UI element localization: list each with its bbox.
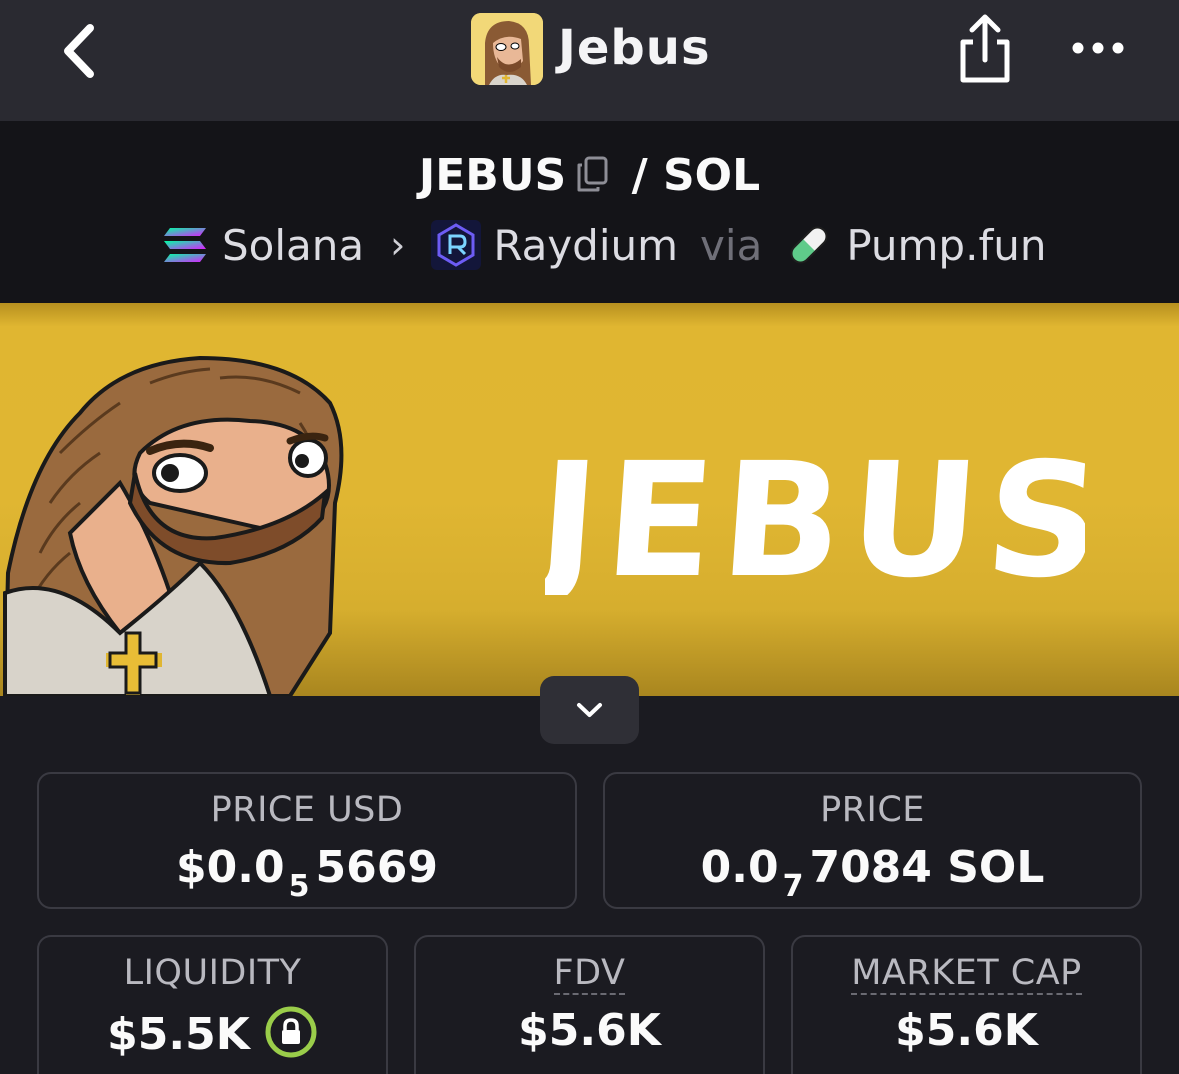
market-cap-label[interactable]: MARKET CAP — [793, 953, 1140, 995]
more-horizontal-icon[interactable] — [1066, 28, 1130, 68]
lock-icon[interactable] — [264, 1005, 318, 1059]
price-usd-value: $0.0 5 5669 — [176, 842, 438, 904]
banner-text-label: JEBUS — [545, 435, 1085, 595]
page-title: Jebus — [558, 20, 711, 76]
pair-separator: / — [631, 150, 648, 201]
liquidity-value: $5.5K — [39, 1005, 386, 1060]
share-icon[interactable] — [953, 12, 1017, 86]
raydium-icon — [431, 220, 482, 270]
top-nav-bar: Jebus — [0, 0, 1179, 121]
market-cap-value: $5.6K — [895, 1005, 1038, 1056]
quote-token-symbol: SOL — [662, 150, 761, 201]
back-icon[interactable] — [50, 16, 114, 86]
token-avatar — [471, 13, 543, 85]
copy-icon[interactable] — [574, 154, 610, 194]
chain-name[interactable]: Solana — [222, 221, 364, 270]
pair-header — [0, 121, 1179, 303]
price-native-card: PRICE 0.0 7 7084 SOL — [603, 772, 1142, 909]
chevron-right-icon: › — [390, 223, 406, 267]
fdv-value: $5.6K — [518, 1005, 661, 1056]
market-cap-card: MARKET CAP $5.6K — [791, 935, 1142, 1074]
jesus-illustration — [2, 355, 344, 696]
price-native-label: PRICE — [820, 790, 925, 830]
solana-icon — [160, 220, 210, 270]
price-usd-card: PRICE USD $0.0 5 5669 — [37, 772, 577, 909]
base-token-symbol: JEBUS — [418, 150, 567, 201]
liquidity-card: LIQUIDITY $5.5K — [37, 935, 388, 1074]
chevron-down-icon — [577, 703, 602, 717]
fdv-card: FDV $5.6K — [414, 935, 765, 1074]
pill-icon — [784, 220, 834, 270]
expand-banner-button[interactable] — [540, 676, 639, 744]
banner-text: JEBUS — [524, 429, 1115, 613]
price-native-value: 0.0 7 7084 SOL — [700, 842, 1045, 904]
pair-route: Solana › Raydium via Pump.fun — [160, 215, 1046, 275]
price-usd-label: PRICE USD — [210, 790, 404, 830]
pair-title: JEBUS / SOL — [0, 150, 1179, 201]
fdv-label[interactable]: FDV — [416, 953, 763, 995]
via-label: via — [700, 220, 763, 270]
liquidity-label: LIQUIDITY — [123, 953, 302, 993]
dex-name[interactable]: Raydium — [493, 221, 678, 270]
launchpad-name[interactable]: Pump.fun — [846, 221, 1046, 270]
